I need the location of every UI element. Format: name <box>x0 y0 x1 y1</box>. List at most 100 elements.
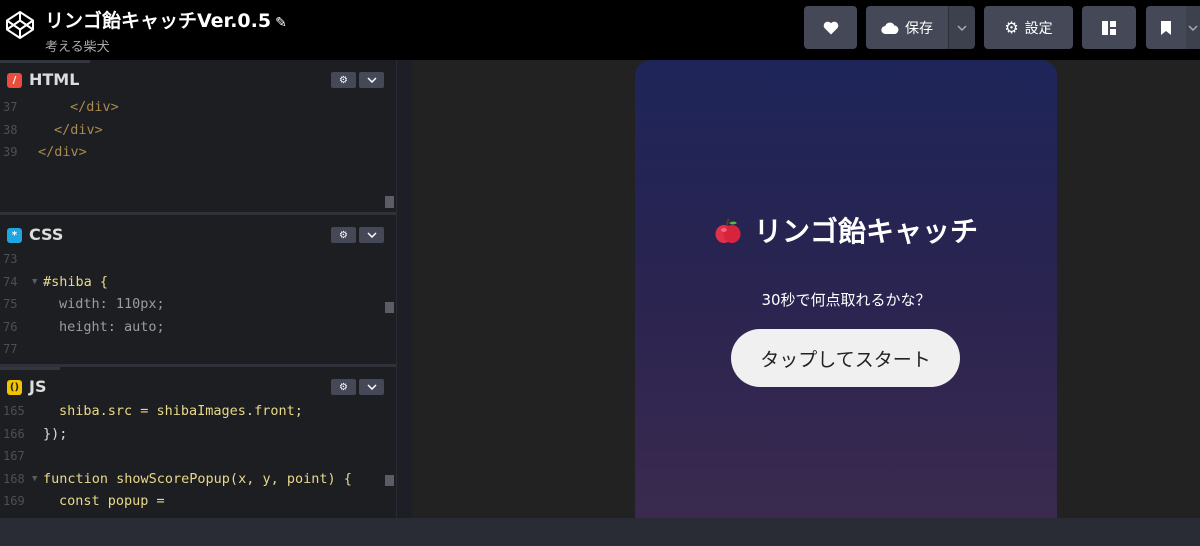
pane-accent-line <box>0 60 90 63</box>
chevron-down-icon <box>366 232 377 238</box>
layout-icon <box>1102 20 1116 35</box>
code-text: #shiba { <box>43 273 109 290</box>
code-line: 37 </div> <box>0 96 396 119</box>
line-number: 169 <box>3 494 25 508</box>
line-number: 38 <box>3 122 18 137</box>
html-pane-title: HTML <box>29 70 80 89</box>
code-line: 166}); <box>0 423 396 446</box>
line-number: 39 <box>3 145 18 159</box>
css-settings-button[interactable]: ⚙ <box>331 227 356 243</box>
game-title: リンゴ飴キャッチ <box>635 210 1057 250</box>
pen-title-text[interactable]: リンゴ飴キャッチVer.0.5 <box>45 10 271 32</box>
code-text: function showScorePopup(x, y, point) { <box>43 470 352 487</box>
settings-label: 設定 <box>1024 20 1053 37</box>
css-scrollbar[interactable] <box>385 302 394 313</box>
result-preview: リンゴ飴キャッチ 30秒で何点取れるかな？ タップしてスタート <box>412 60 1200 518</box>
html-code[interactable]: 37 </div> 38 </div> 39 </div> <box>0 96 396 164</box>
code-line: 165 shiba.src = shibaImages.front; <box>0 400 396 423</box>
pen-title[interactable]: リンゴ飴キャッチVer.0.5 ✎ <box>45 6 287 33</box>
code-text: }); <box>43 425 68 442</box>
heart-icon <box>823 21 838 34</box>
save-label: 保存 <box>905 20 933 37</box>
line-number: 167 <box>3 449 25 463</box>
code-text: width: 110px; <box>59 296 165 312</box>
css-editor-pane: * CSS ⚙ 73 74 ▼ #shiba { 75 width: 110px; 7… <box>0 212 396 364</box>
gear-icon: ⚙ <box>339 229 348 241</box>
code-text: shiba.src = shibaImages.front; <box>59 403 303 419</box>
js-settings-button[interactable]: ⚙ <box>331 379 356 395</box>
gear-icon: ⚙ <box>339 381 348 393</box>
line-number: 37 <box>3 100 18 114</box>
html-collapse-button[interactable] <box>359 72 384 88</box>
js-scrollbar[interactable] <box>385 475 394 486</box>
settings-button[interactable]: ⚙ 設定 <box>984 6 1073 49</box>
js-collapse-button[interactable] <box>359 379 384 395</box>
html-pane-header: / HTML ⚙ <box>0 60 396 98</box>
bookmark-icon <box>1161 20 1171 35</box>
gear-icon: ⚙ <box>1004 18 1019 37</box>
game-card: リンゴ飴キャッチ 30秒で何点取れるかな？ タップしてスタート <box>635 60 1057 518</box>
css-pane-title: CSS <box>29 225 64 244</box>
code-line: 168 ▼ function showScorePopup(x, y, point)… <box>0 468 396 491</box>
pen-author[interactable]: 考える柴犬 <box>45 36 287 55</box>
save-button[interactable]: 保存 <box>866 6 948 49</box>
code-text: </div> <box>54 121 103 138</box>
bookmark-options-button[interactable] <box>1186 6 1200 49</box>
code-text: height: auto; <box>59 318 165 335</box>
start-button[interactable]: タップしてスタート <box>731 329 960 387</box>
pane-accent-line <box>0 367 60 370</box>
code-line: 77 <box>0 338 396 361</box>
love-button[interactable] <box>804 6 857 49</box>
code-line: 74 ▼ #shiba { <box>0 271 396 294</box>
js-editor-pane: () JS ⚙ 165 shiba.src = shibaImages.front… <box>0 364 396 518</box>
gear-icon: ⚙ <box>339 74 348 86</box>
line-number: 168 <box>3 471 25 486</box>
editor-column: / HTML ⚙ 37 </div> 38 </div> 39 </div> * CS… <box>0 60 396 518</box>
apple-icon <box>715 218 741 243</box>
line-number: 74 <box>3 274 18 289</box>
code-line: 167 <box>0 445 396 468</box>
chevron-down-icon <box>366 384 377 390</box>
code-line: 76 height: auto; <box>0 316 396 339</box>
save-options-button[interactable] <box>948 6 975 49</box>
html-icon: / <box>7 73 22 88</box>
bottom-bar <box>0 518 1200 546</box>
cloud-icon <box>881 22 899 34</box>
change-view-button[interactable] <box>1082 6 1136 49</box>
chevron-down-icon <box>1188 24 1198 31</box>
chevron-down-icon <box>957 24 967 31</box>
html-settings-button[interactable]: ⚙ <box>331 72 356 88</box>
code-text: </div> <box>70 99 119 115</box>
css-code[interactable]: 73 74 ▼ #shiba { 75 width: 110px; 76 height:… <box>0 248 396 361</box>
code-line: 75 width: 110px; <box>0 293 396 316</box>
html-editor-pane: / HTML ⚙ 37 </div> 38 </div> 39 </div> <box>0 60 396 212</box>
game-title-text: リンゴ飴キャッチ <box>753 215 978 248</box>
code-text: </div> <box>38 144 87 160</box>
js-code[interactable]: 165 shiba.src = shibaImages.front; 166});… <box>0 400 396 513</box>
code-text: const popup = <box>59 493 165 509</box>
code-line: 39 </div> <box>0 141 396 164</box>
css-collapse-button[interactable] <box>359 227 384 243</box>
css-icon: * <box>7 228 22 243</box>
pen-title-block: リンゴ飴キャッチVer.0.5 ✎ 考える柴犬 <box>45 6 287 55</box>
game-subtitle: 30秒で何点取れるかな？ <box>761 291 931 309</box>
fold-arrow-icon[interactable]: ▼ <box>32 468 37 491</box>
line-number: 77 <box>3 342 18 356</box>
js-icon: () <box>7 380 22 395</box>
bookmark-button[interactable] <box>1146 6 1186 49</box>
code-line: 169 const popup = <box>0 490 396 513</box>
line-number: 73 <box>3 252 18 266</box>
code-line: 73 <box>0 248 396 271</box>
line-number: 165 <box>3 404 25 418</box>
pencil-icon[interactable]: ✎ <box>275 15 287 31</box>
chevron-down-icon <box>366 77 377 83</box>
code-line: 38 </div> <box>0 119 396 142</box>
fold-arrow-icon[interactable]: ▼ <box>32 271 37 294</box>
codepen-logo-icon[interactable] <box>5 10 35 40</box>
line-number: 166 <box>3 426 25 441</box>
js-pane-title: JS <box>29 377 47 396</box>
resize-divider[interactable] <box>396 60 412 518</box>
line-number: 76 <box>3 319 18 334</box>
html-scrollbar[interactable] <box>385 196 394 208</box>
line-number: 75 <box>3 297 18 311</box>
